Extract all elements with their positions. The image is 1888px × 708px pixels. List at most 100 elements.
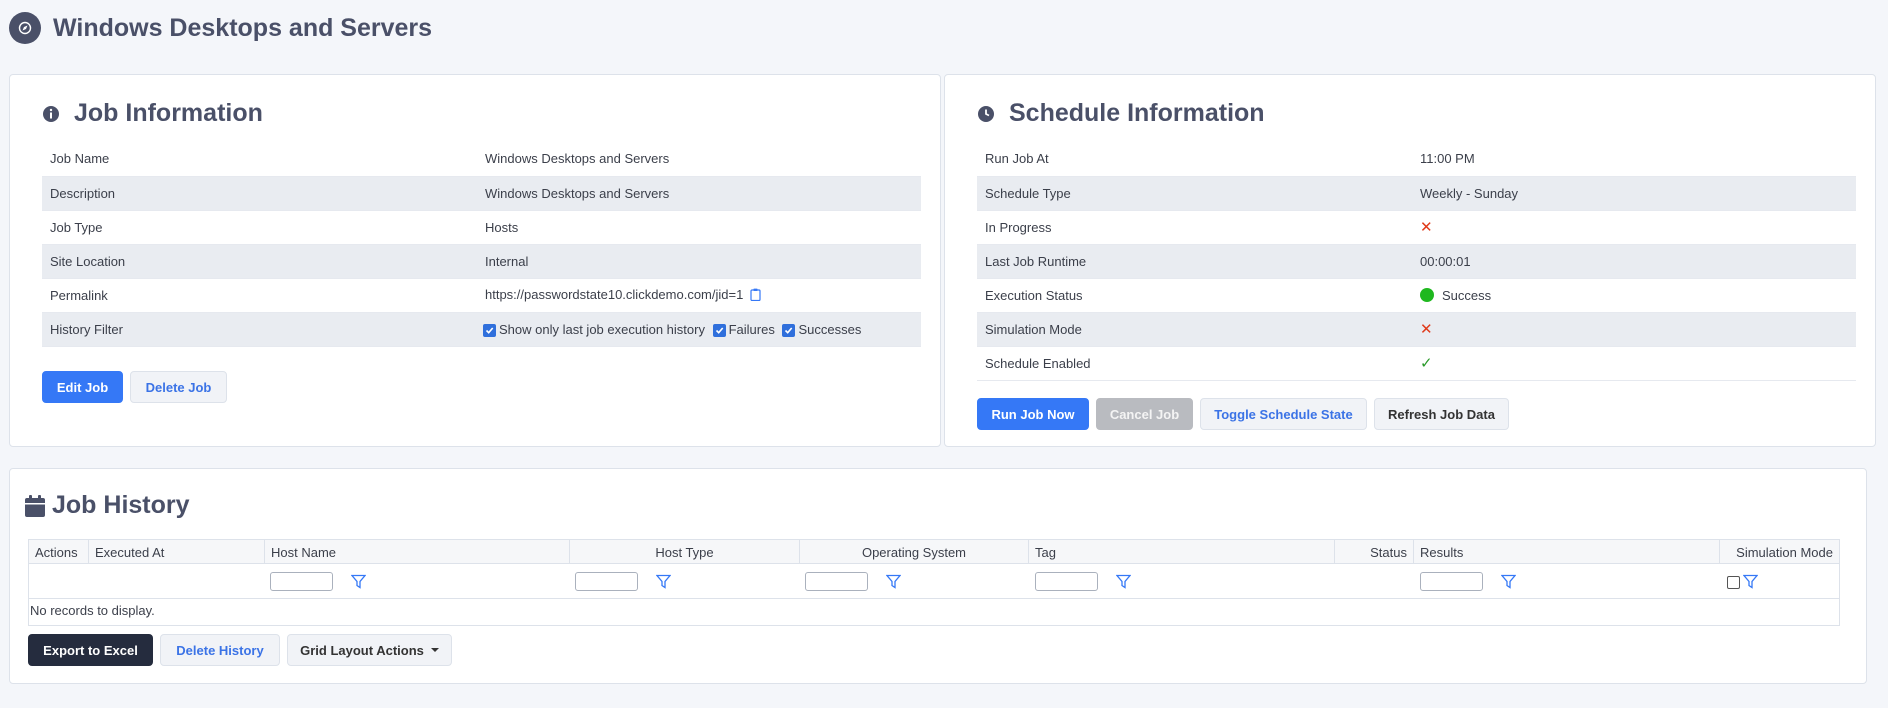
- simulation-mode-cell: ✕: [1412, 312, 1856, 347]
- table-row: Job Name Windows Desktops and Servers: [42, 142, 921, 177]
- row-value: Windows Desktops and Servers: [477, 142, 921, 177]
- filter-icon[interactable]: [350, 574, 367, 592]
- row-label: Schedule Type: [977, 176, 1412, 211]
- empty-grid-message: No records to display.: [30, 603, 155, 618]
- history-filter-cell: Show only last job execution history Fai…: [477, 312, 921, 347]
- cross-icon: ✕: [1420, 219, 1433, 236]
- row-label: Execution Status: [977, 278, 1412, 313]
- clipboard-icon[interactable]: [750, 288, 761, 304]
- filter-icon[interactable]: [655, 574, 672, 592]
- column-host-type[interactable]: Host Type: [570, 540, 800, 564]
- toggle-schedule-state-button[interactable]: Toggle Schedule State: [1200, 398, 1367, 430]
- column-operating-system[interactable]: Operating System: [800, 540, 1029, 564]
- operating-system-filter-input[interactable]: [805, 572, 868, 591]
- table-row: Description Windows Desktops and Servers: [42, 176, 921, 211]
- run-job-now-button[interactable]: Run Job Now: [977, 398, 1089, 430]
- row-value: 11:00 PM: [1412, 142, 1856, 177]
- calendar-icon: [24, 494, 46, 518]
- row-value: Hosts: [477, 210, 921, 245]
- failures-label: Failures: [728, 321, 775, 337]
- column-executed-at[interactable]: Executed At: [89, 540, 265, 564]
- grid-layout-actions-label: Grid Layout Actions: [300, 642, 424, 658]
- table-row: Schedule Enabled ✓: [977, 346, 1856, 381]
- page-title: Windows Desktops and Servers: [53, 13, 433, 42]
- permalink-value: https://passwordstate10.clickdemo.com/ji…: [485, 286, 744, 302]
- row-label: Description: [42, 176, 477, 211]
- export-to-excel-button[interactable]: Export to Excel: [28, 634, 153, 666]
- row-label: Last Job Runtime: [977, 244, 1412, 279]
- execution-status-cell: Success: [1412, 278, 1856, 313]
- refresh-job-data-button[interactable]: Refresh Job Data: [1374, 398, 1509, 430]
- schedule-information-title: Schedule Information: [1009, 99, 1265, 127]
- job-history-heading: Job History: [24, 491, 190, 520]
- clock-icon: [977, 105, 995, 123]
- row-value: Internal: [477, 244, 921, 279]
- table-row: Simulation Mode ✕: [977, 312, 1856, 347]
- row-label: History Filter: [42, 312, 477, 347]
- row-label: In Progress: [977, 210, 1412, 245]
- row-label: Permalink: [42, 278, 477, 313]
- compass-icon: [9, 12, 41, 44]
- cancel-job-button[interactable]: Cancel Job: [1096, 398, 1193, 430]
- filter-icon[interactable]: [885, 574, 902, 592]
- successes-label: Successes: [798, 321, 862, 337]
- filter-icon[interactable]: [1115, 574, 1132, 592]
- table-row: Permalink https://passwordstate10.clickd…: [42, 278, 921, 313]
- table-row: History Filter Show only last job execut…: [42, 312, 921, 347]
- table-row: Run Job At 11:00 PM: [977, 142, 1856, 177]
- host-type-filter-input[interactable]: [575, 572, 638, 591]
- tag-filter-input[interactable]: [1035, 572, 1098, 591]
- row-value: Weekly - Sunday: [1412, 176, 1856, 211]
- table-row: Schedule Type Weekly - Sunday: [977, 176, 1856, 211]
- failures-checkbox[interactable]: [712, 323, 726, 337]
- schedule-enabled-cell: ✓: [1412, 346, 1856, 381]
- column-status[interactable]: Status: [1335, 540, 1414, 564]
- table-row: Execution Status Success: [977, 278, 1856, 313]
- column-simulation-mode[interactable]: Simulation Mode: [1720, 540, 1839, 564]
- table-row: Job Type Hosts: [42, 210, 921, 245]
- caret-down-icon: [430, 648, 439, 652]
- job-information-heading: Job Information: [42, 99, 263, 128]
- job-information-card: Job Information Job Name Windows Desktop…: [9, 74, 941, 447]
- success-status-icon: [1420, 287, 1434, 302]
- simulation-mode-filter-checkbox[interactable]: [1727, 576, 1740, 589]
- row-label: Schedule Enabled: [977, 346, 1412, 381]
- schedule-information-heading: Schedule Information: [977, 99, 1265, 128]
- column-tag[interactable]: Tag: [1029, 540, 1335, 564]
- page-header: Windows Desktops and Servers: [9, 12, 432, 44]
- last-only-label: Show only last job execution history: [499, 321, 705, 337]
- info-icon: [42, 105, 60, 123]
- in-progress-cell: ✕: [1412, 210, 1856, 245]
- edit-job-button[interactable]: Edit Job: [42, 371, 123, 403]
- grid-header: Actions Executed At Host Name Host Type …: [29, 540, 1839, 564]
- row-value: 00:00:01: [1412, 244, 1856, 279]
- job-history-card: Job History Actions Executed At Host Nam…: [9, 468, 1867, 684]
- row-label: Simulation Mode: [977, 312, 1412, 347]
- column-actions[interactable]: Actions: [29, 540, 89, 564]
- successes-checkbox[interactable]: [782, 323, 796, 337]
- results-filter-input[interactable]: [1420, 572, 1483, 591]
- grid-filter-row: [29, 565, 1839, 599]
- job-history-grid: Actions Executed At Host Name Host Type …: [28, 539, 1840, 626]
- job-information-title: Job Information: [74, 99, 263, 127]
- delete-history-button[interactable]: Delete History: [160, 634, 280, 666]
- filter-icon[interactable]: [1500, 574, 1517, 592]
- host-name-filter-input[interactable]: [270, 572, 333, 591]
- check-icon: ✓: [1420, 355, 1433, 372]
- table-row: Last Job Runtime 00:00:01: [977, 244, 1856, 279]
- cross-icon: ✕: [1420, 321, 1433, 338]
- filter-icon[interactable]: [1742, 574, 1759, 592]
- grid-layout-actions-button[interactable]: Grid Layout Actions: [287, 634, 452, 666]
- row-label: Site Location: [42, 244, 477, 279]
- row-label: Job Type: [42, 210, 477, 245]
- execution-status-value: Success: [1442, 287, 1492, 303]
- permalink-cell: https://passwordstate10.clickdemo.com/ji…: [477, 278, 921, 313]
- last-only-checkbox[interactable]: [483, 323, 496, 337]
- job-information-table: Job Name Windows Desktops and Servers De…: [42, 142, 921, 347]
- schedule-information-card: Schedule Information Run Job At 11:00 PM…: [944, 74, 1876, 447]
- column-results[interactable]: Results: [1414, 540, 1720, 564]
- column-host-name[interactable]: Host Name: [265, 540, 570, 564]
- row-label: Run Job At: [977, 142, 1412, 177]
- delete-job-button[interactable]: Delete Job: [130, 371, 227, 403]
- row-value: Windows Desktops and Servers: [477, 176, 921, 211]
